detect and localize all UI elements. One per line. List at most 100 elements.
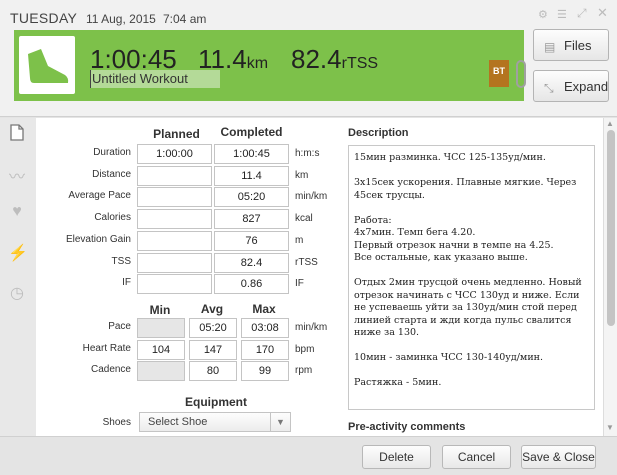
scrollbar-thumb[interactable] (607, 130, 615, 326)
bt-badge[interactable]: BT (489, 60, 509, 87)
tss-stat: 82.4rTSS (291, 44, 378, 75)
running-shoe-icon (28, 49, 69, 83)
max-input[interactable]: 170 (241, 339, 289, 360)
scroll-down-icon[interactable]: ▼ (606, 423, 614, 432)
gear-icon[interactable]: ⚙ (538, 8, 548, 21)
save-close-button[interactable]: Save & Close (521, 445, 596, 469)
range-label: Cadence (90, 364, 131, 375)
planned-input[interactable] (137, 230, 212, 251)
metric-label: Average Pace (68, 190, 131, 202)
unit-label: km (295, 169, 309, 181)
min-header: Min (149, 303, 171, 317)
files-button[interactable]: ▤ Files (533, 29, 609, 61)
shoes-label: Shoes (102, 417, 131, 428)
description-paragraph: 15мин разминка. ЧСС 125-135уд/мин. (354, 152, 546, 163)
completed-input[interactable]: 76 (214, 230, 289, 251)
avg-input[interactable]: 147 (189, 339, 237, 360)
delete-button[interactable]: Delete (362, 445, 431, 469)
description-paragraph: 3х15сек ускорения. Плавные мягкие. Через… (354, 177, 577, 201)
shoe-select[interactable]: Select Shoe ▼ (139, 412, 291, 432)
unit-label: rTSS (295, 256, 318, 268)
tss-value: 82.4 (291, 44, 342, 74)
min-input[interactable] (137, 361, 185, 381)
unit-label: h:m:s (295, 148, 320, 159)
unit-label: m (295, 234, 304, 246)
planned-header: Planned (153, 127, 200, 141)
planned-input[interactable] (137, 274, 212, 295)
expand-button[interactable]: ⤡ Expand (533, 70, 609, 102)
completed-input[interactable]: 11.4 (214, 165, 289, 186)
planned-input[interactable] (137, 252, 212, 273)
close-icon[interactable]: ✕ (597, 5, 608, 21)
workout-summary-bar: 1:00:45 11.4km 82.4rTSS Untitled Workout… (14, 30, 526, 101)
min-input[interactable] (137, 318, 185, 338)
metric-label: IF (122, 277, 131, 289)
unit-label: IF (295, 278, 304, 290)
menu-icon[interactable]: ☰ (557, 8, 567, 21)
expand-button-label: Expand (564, 79, 609, 94)
completed-input[interactable]: 827 (214, 209, 289, 230)
description-paragraph: Растяжка - 5мин. (354, 377, 442, 388)
files-button-label: Files (564, 38, 592, 53)
metric-label: Calories (94, 212, 131, 224)
metric-label: Duration (93, 147, 131, 158)
expand-arrows-icon: ⤡ (544, 81, 554, 95)
unit-label: bpm (295, 343, 315, 355)
workout-header: TUESDAY 11 Aug, 2015 7:04 am ⚙ ☰ ⤢ ✕ 1:0… (0, 0, 617, 117)
max-header: Max (252, 302, 276, 316)
document-icon (10, 124, 24, 141)
equipment-header: Equipment (185, 395, 247, 409)
clock-icon[interactable]: ◷ (8, 283, 26, 303)
description-paragraph: 10мин - заминка ЧСС 130-140уд/мин. (354, 352, 543, 363)
unit-label: kcal (295, 213, 313, 225)
dialog-footer: Delete Cancel Save & Close (0, 436, 617, 475)
description-textarea[interactable]: 15мин разминка. ЧСС 125-135уд/мин. 3х15се… (348, 145, 595, 410)
completed-input[interactable]: 0.86 (214, 274, 289, 295)
workout-type-icon[interactable] (19, 36, 75, 94)
range-label: Heart Rate (82, 342, 131, 354)
description-paragraph: Отдых 2мин трусцой очень медленно. Новый… (354, 277, 582, 338)
max-input[interactable]: 03:08 (241, 318, 289, 338)
description-paragraph: Работа: 4х7мин. Темп бега 4.20. Первый о… (354, 214, 554, 264)
planned-input[interactable] (137, 187, 212, 208)
completed-input[interactable]: 05:20 (214, 187, 289, 208)
paperclip-icon[interactable] (516, 60, 526, 88)
file-icon: ▤ (544, 40, 556, 54)
max-input[interactable]: 99 (241, 361, 289, 381)
min-input[interactable]: 104 (137, 339, 185, 360)
shoe-select-value: Select Shoe (148, 416, 208, 428)
scroll-up-icon[interactable]: ▲ (606, 119, 614, 128)
avg-input[interactable]: 80 (189, 361, 237, 381)
lightning-icon[interactable]: ⚡ (8, 243, 28, 263)
avg-input[interactable]: 05:20 (189, 318, 237, 338)
heart-icon[interactable]: ♥ (8, 203, 26, 221)
metric-label: TSS (111, 255, 131, 267)
unit-label: min/km (295, 191, 328, 203)
date-label: 11 Aug, 2015 (86, 12, 156, 26)
metric-label: Distance (92, 168, 131, 180)
time-label: 7:04 am (163, 12, 207, 26)
description-header: Description (348, 127, 409, 139)
tss-unit: rTSS (341, 55, 379, 72)
day-label: TUESDAY (10, 10, 78, 26)
unit-label: rpm (295, 365, 313, 376)
workout-name-input[interactable]: Untitled Workout (90, 70, 220, 88)
cancel-button[interactable]: Cancel (442, 445, 511, 469)
completed-header: Completed (220, 125, 283, 139)
metric-label: Elevation Gain (65, 233, 131, 245)
avg-header: Avg (200, 302, 224, 316)
completed-input[interactable]: 82.4 (214, 252, 289, 273)
range-label: Pace (108, 321, 131, 332)
chart-tab-icon[interactable]: 〰 (8, 163, 26, 187)
workout-details-panel: Planned Completed Duration 1:00:00 1:00:45… (36, 118, 603, 436)
expand-window-icon[interactable]: ⤢ (577, 6, 587, 21)
distance-unit: km (246, 55, 269, 72)
panel-scrollbar[interactable]: ▲ ▼ (603, 118, 617, 436)
planned-input[interactable] (137, 209, 212, 230)
planned-input[interactable]: 1:00:00 (137, 144, 212, 164)
details-tab-icon[interactable] (8, 124, 26, 146)
planned-input[interactable] (137, 165, 212, 186)
unit-label: min/km (295, 322, 328, 333)
side-tab-rail: 〰 ♥ ⚡ ◷ (0, 118, 36, 436)
completed-input[interactable]: 1:00:45 (214, 144, 289, 164)
